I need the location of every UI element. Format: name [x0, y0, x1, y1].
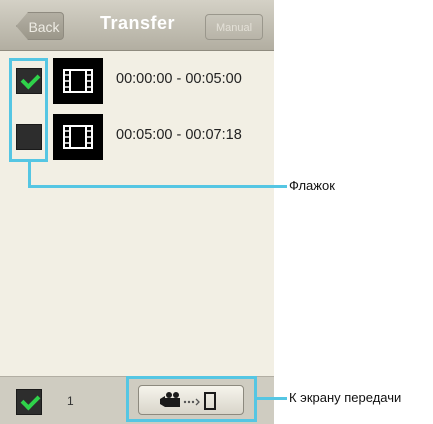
select-all-checkbox[interactable]: [16, 389, 42, 415]
selected-count: 1: [67, 394, 74, 408]
page-title: Transfer: [99, 13, 176, 33]
clip-time-range: 00:00:00 - 00:05:00: [116, 71, 242, 87]
film-icon: [63, 125, 93, 149]
title-bar: Back Transfer Manual: [0, 0, 274, 51]
transfer-callout-box: [126, 376, 257, 422]
checkbox-callout-line: [28, 185, 287, 188]
transfer-callout-label: К экрану передачи: [289, 390, 402, 405]
film-icon: [63, 69, 93, 93]
checkbox-callout-line: [28, 161, 31, 188]
checkbox-callout-box: [9, 58, 48, 162]
manual-button[interactable]: Manual: [205, 14, 263, 40]
clip-thumbnail: [53, 114, 103, 160]
clip-time-range: 00:05:00 - 00:07:18: [116, 127, 242, 143]
checkbox-callout-label: Флажок: [289, 178, 335, 193]
clip-thumbnail: [53, 58, 103, 104]
back-button[interactable]: Back: [16, 12, 64, 40]
transfer-callout-line: [256, 397, 287, 400]
